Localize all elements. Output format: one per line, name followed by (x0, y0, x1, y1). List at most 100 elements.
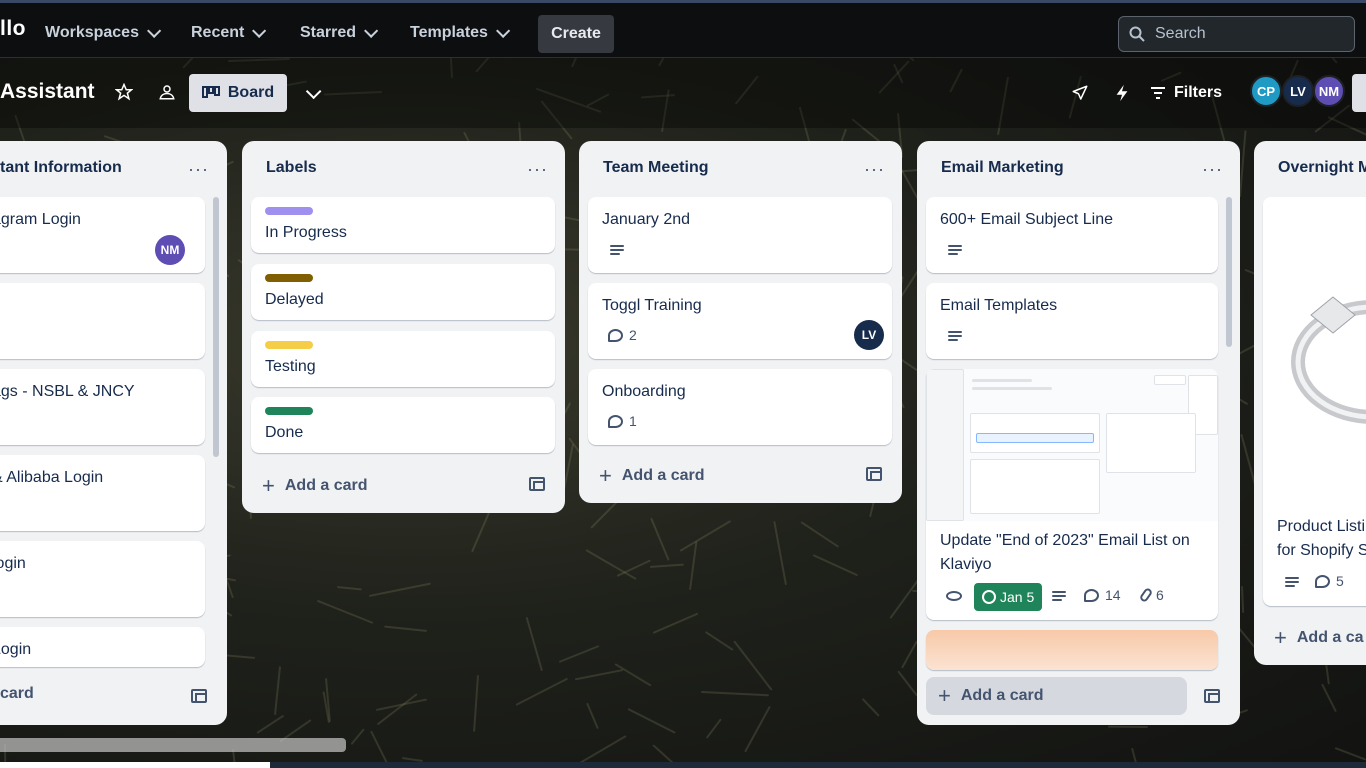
paperclip-icon (1138, 586, 1154, 604)
card-title: ags - NSBL & JNCY (0, 383, 135, 400)
avatar[interactable]: NM (1313, 75, 1345, 107)
list-title[interactable]: Email Marketing (941, 159, 1064, 177)
plus-icon: + (1274, 625, 1287, 650)
list-item[interactable]: ags - NSBL & JNCY 04 (0, 369, 205, 445)
list-item[interactable]: January 2nd (588, 197, 892, 273)
card-title: Update "End of 2023" Email List on (940, 532, 1190, 549)
chevron-down-icon (147, 23, 162, 38)
list-menu-button[interactable]: ··· (527, 159, 548, 180)
description-icon (948, 331, 962, 341)
search-icon (1129, 26, 1145, 42)
star-board-button[interactable] (112, 80, 136, 104)
workspaces-menu[interactable]: Workspaces (37, 17, 165, 49)
card-template-icon[interactable] (191, 689, 207, 703)
list-assistant-information: tant Information ··· agram Login NM ags … (0, 141, 227, 725)
add-card-label: card (0, 685, 34, 702)
starred-menu[interactable]: Starred (292, 17, 382, 49)
list-title[interactable]: tant Information (0, 159, 122, 177)
list-title[interactable]: Overnight M (1278, 159, 1366, 177)
pine-needle (559, 644, 600, 663)
preview-info (976, 433, 1094, 443)
add-card-button[interactable]: + Add a card (262, 473, 368, 499)
card-title: Done (265, 424, 304, 441)
pine-needle (585, 548, 637, 580)
add-card-button[interactable]: + Add a ca (1274, 625, 1364, 651)
list-item[interactable]: Product Listi for Shopify S 5 (1263, 197, 1366, 606)
comments-badge: 5 (1315, 573, 1344, 589)
pine-needle (256, 715, 285, 735)
list-menu-button[interactable]: ··· (188, 159, 209, 180)
add-card-button[interactable]: + Add a card (926, 677, 1187, 715)
list-item[interactable]: & Alibaba Login (0, 455, 205, 531)
due-date-badge[interactable]: Jan 5 (974, 583, 1043, 611)
automation-button[interactable] (1110, 81, 1134, 105)
pine-needle (649, 563, 684, 568)
add-card-label: Add a card (284, 477, 368, 494)
list-item[interactable]: Login (0, 627, 205, 667)
list-email-marketing: Email Marketing ··· 600+ Email Subject L… (917, 141, 1240, 725)
card-title: Email Templates (940, 297, 1058, 314)
app-logo[interactable]: llo (0, 17, 26, 41)
visibility-button[interactable] (155, 80, 179, 104)
search-input[interactable] (1155, 25, 1335, 43)
list-item[interactable]: Toggl Training 2 LV (588, 283, 892, 359)
list-item[interactable]: Onboarding 1 (588, 369, 892, 445)
board-title[interactable]: Assistant (0, 80, 95, 104)
card-title: Testing (265, 358, 316, 375)
pine-needle (525, 616, 543, 672)
list-item[interactable]: Delayed (251, 264, 555, 320)
add-card-button[interactable]: + Add a card (599, 463, 705, 489)
board-horizontal-scrollbar[interactable] (0, 738, 346, 752)
card-title: Login (0, 641, 32, 658)
comment-icon (608, 328, 623, 342)
ring-image (1263, 197, 1366, 502)
card-template-icon[interactable] (866, 467, 882, 481)
avatar[interactable]: CP (1250, 75, 1282, 107)
add-card-label: Add a ca (1296, 629, 1364, 646)
list-item[interactable]: Email Templates (926, 283, 1218, 359)
list-item[interactable] (926, 630, 1218, 670)
card-title: login (0, 555, 26, 572)
comments-badge: 1 (608, 413, 637, 429)
list-item[interactable]: In Progress (251, 197, 555, 253)
card-template-icon[interactable] (529, 477, 545, 491)
power-ups-button[interactable] (1068, 81, 1092, 105)
list-item[interactable]: Testing (251, 331, 555, 387)
list-item[interactable]: Done (251, 397, 555, 453)
list-scrollbar[interactable] (1226, 197, 1232, 347)
list-scrollbar[interactable] (213, 197, 219, 457)
pine-needle (515, 677, 568, 706)
create-button[interactable]: Create (538, 15, 614, 53)
filters-button[interactable]: Filters (1150, 74, 1222, 112)
list-title[interactable]: Team Meeting (603, 159, 709, 177)
card-title: Product Listi (1277, 518, 1366, 535)
list-item[interactable] (0, 283, 205, 359)
description-icon (1285, 577, 1299, 587)
list-item[interactable]: Update "End of 2023" Email List on Klavi… (926, 369, 1218, 620)
plus-icon: + (262, 473, 275, 498)
list-team-meeting: Team Meeting ··· January 2nd Toggl Train… (579, 141, 902, 503)
add-card-button[interactable]: card (0, 685, 34, 703)
list-menu-button[interactable]: ··· (864, 159, 885, 180)
preview-line (972, 379, 1032, 382)
list-item[interactable]: login (0, 541, 205, 617)
search-box[interactable] (1118, 16, 1355, 52)
label-color (265, 407, 313, 415)
pine-needle (800, 520, 839, 548)
list-item[interactable]: agram Login NM (0, 197, 205, 273)
pine-needle (652, 612, 698, 634)
board-view-button[interactable]: Board (189, 74, 287, 112)
avatar[interactable]: LV (1282, 75, 1314, 107)
card-template-icon[interactable] (1204, 689, 1220, 703)
share-button[interactable] (1352, 74, 1366, 112)
list-menu-button[interactable]: ··· (1202, 159, 1223, 180)
list-item[interactable]: 600+ Email Subject Line (926, 197, 1218, 273)
card-title: Delayed (265, 291, 324, 308)
recent-menu[interactable]: Recent (183, 17, 270, 49)
templates-menu[interactable]: Templates (402, 17, 514, 49)
chevron-down-icon (252, 23, 267, 38)
list-title[interactable]: Labels (266, 159, 317, 177)
view-switcher-button[interactable] (298, 80, 324, 106)
comments-badge: 14 (1084, 587, 1121, 603)
pine-needle (705, 718, 723, 740)
